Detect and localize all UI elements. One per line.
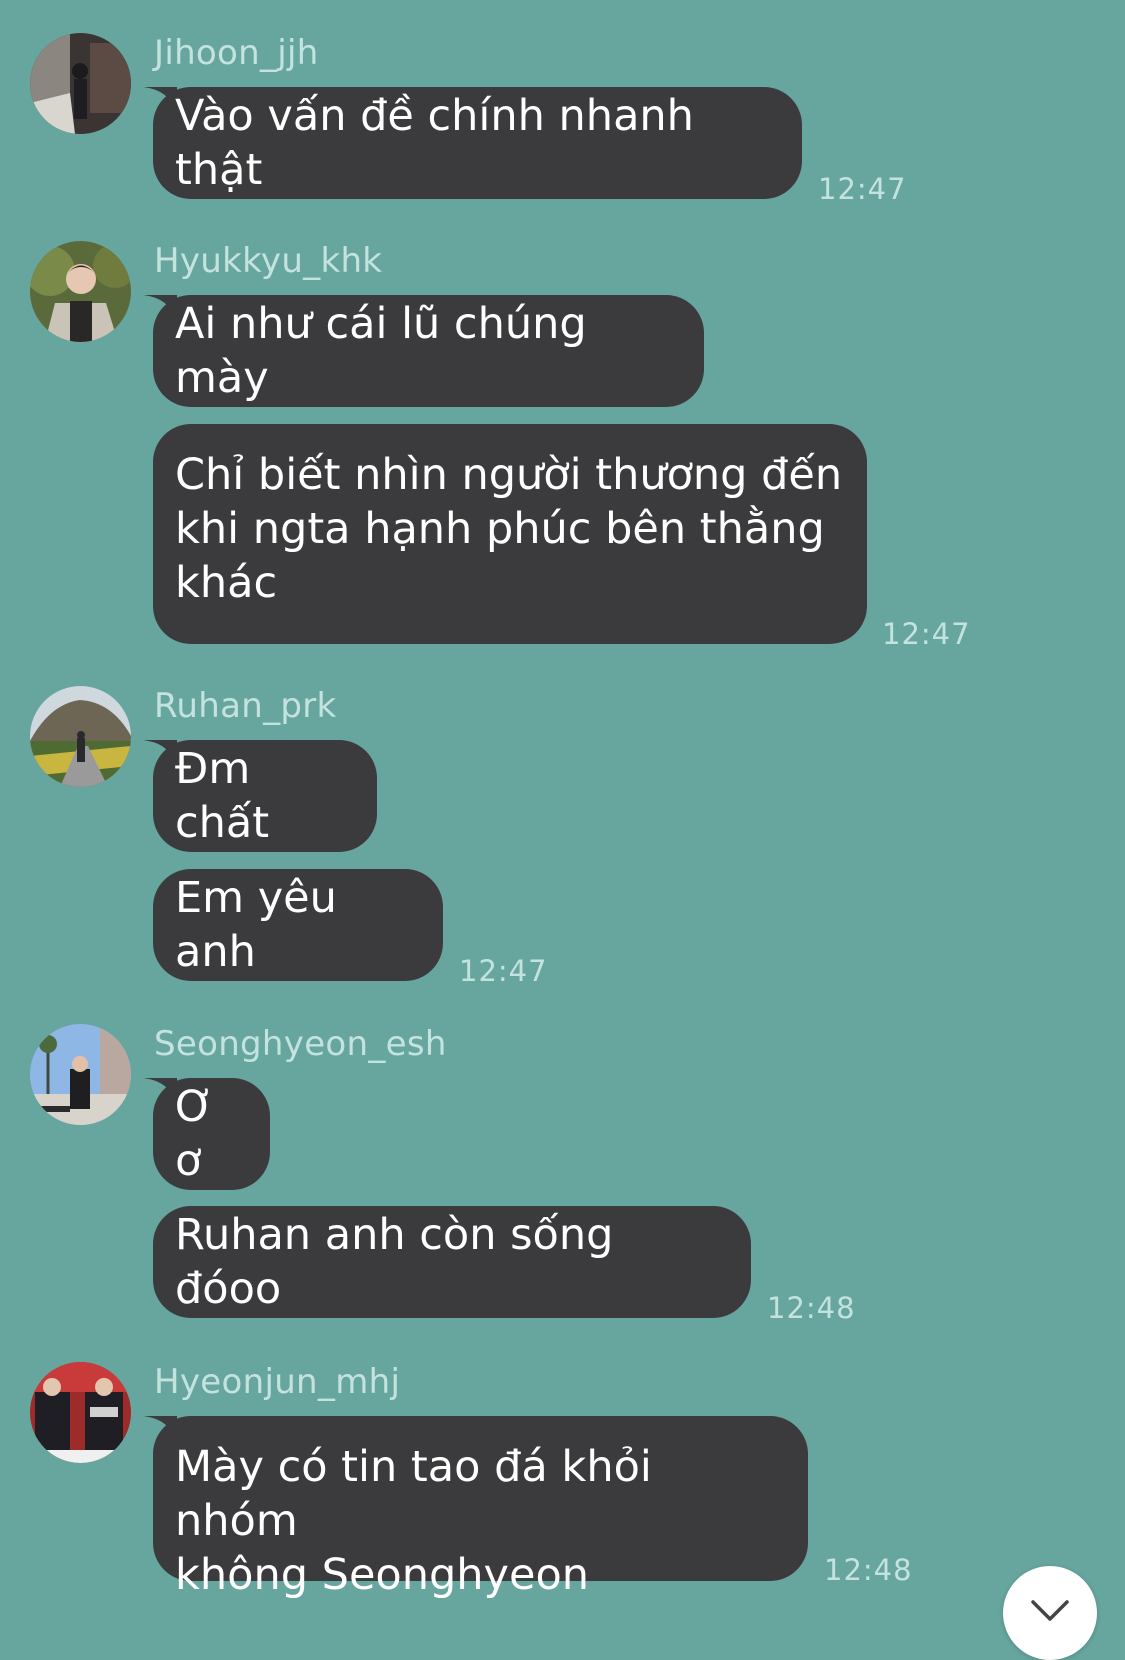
chevron-down-icon [1031,1600,1069,1621]
message-bubble[interactable]: Chỉ biết nhìn người thương đến khi ngta … [153,424,867,644]
message-time: 12:48 [767,1291,856,1325]
message-bubble[interactable]: Ruhan anh còn sống đóoo [153,1206,751,1318]
avatar-jihoon[interactable] [30,33,131,134]
avatar-hyukkyu[interactable] [30,241,131,342]
avatar-hyeonjun[interactable] [30,1362,131,1463]
message-bubble[interactable]: Vào vấn đề chính nhanh thật [153,87,802,199]
message-bubble[interactable]: Mày có tin tao đá khỏi nhóm không Seongh… [153,1416,808,1600]
message-time: 12:48 [824,1553,913,1587]
message-time: 12:47 [818,172,907,206]
message-bubble[interactable]: Đm chất [153,740,377,852]
message-bubble[interactable]: Em yêu anh [153,869,443,981]
sender-name: Jihoon_jjh [154,33,319,73]
scroll-to-bottom-button[interactable] [1003,1566,1097,1660]
avatar-ruhan[interactable] [30,686,131,787]
avatar-seonghyeon[interactable] [30,1024,131,1125]
sender-name: Seonghyeon_esh [154,1024,447,1064]
chat-message-list[interactable]: Jihoon_jjh Vào vấn đề chính nhanh thật 1… [0,0,1125,1660]
message-time: 12:47 [882,617,971,651]
message-bubble[interactable]: Ơ ơ [153,1078,270,1190]
message-bubble[interactable]: Ai như cái lũ chúng mày [153,295,704,407]
sender-name: Hyeonjun_mhj [154,1362,401,1402]
message-time: 12:47 [459,954,548,988]
sender-name: Hyukkyu_khk [154,241,383,281]
sender-name: Ruhan_prk [154,686,337,726]
